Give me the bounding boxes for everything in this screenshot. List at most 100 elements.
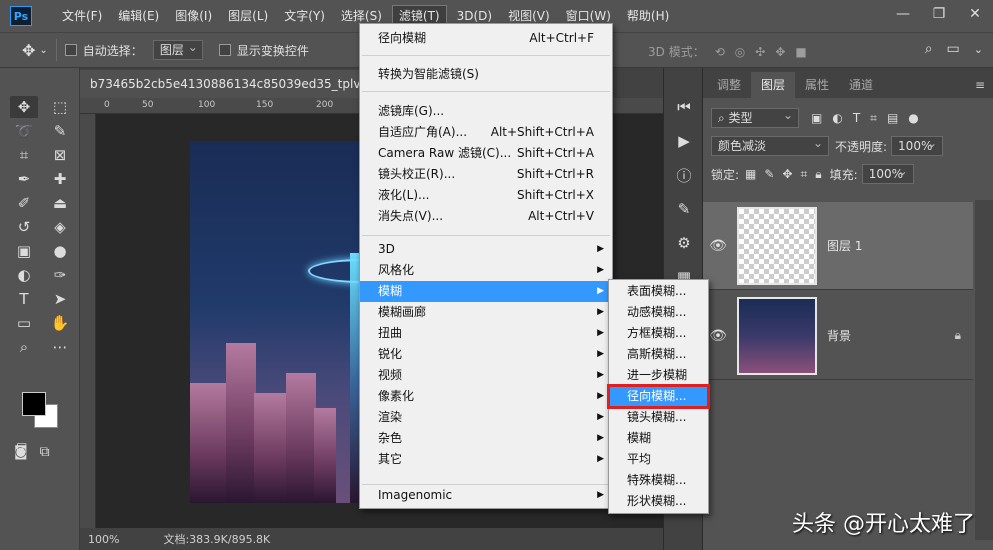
- filter-toggle-icon[interactable]: ●: [908, 111, 918, 126]
- menu-item-filter[interactable]: 自适应广角(A)... Alt+Shift+Ctrl+A: [360, 122, 612, 143]
- marquee-tool-icon[interactable]: ⬚: [46, 96, 74, 118]
- show-transform-checkbox[interactable]: [218, 44, 231, 56]
- eraser-tool-icon[interactable]: ◈: [46, 216, 74, 238]
- chevron-down-icon[interactable]: ⌄: [39, 45, 47, 56]
- menu-item-group[interactable]: 像素化 ▶: [360, 386, 612, 407]
- 3d-scale-icon[interactable]: ■: [795, 45, 806, 59]
- menu-1[interactable]: 编辑(E): [112, 5, 165, 27]
- brush-settings-icon[interactable]: ✎: [664, 192, 704, 226]
- gradient-tool-icon[interactable]: ▣: [10, 240, 38, 262]
- tab-layers[interactable]: 图层: [751, 72, 796, 98]
- brush-tool-icon[interactable]: ✐: [10, 192, 38, 214]
- menu-2[interactable]: 图像(I): [169, 5, 218, 27]
- blur-submenu-item[interactable]: 模糊: [609, 428, 708, 449]
- menu-item-group[interactable]: 模糊 ▶: [360, 281, 612, 302]
- blur-submenu-item[interactable]: 表面模糊...: [609, 281, 708, 302]
- fill-input[interactable]: 100%: [861, 162, 914, 184]
- history-icon[interactable]: ⏮: [664, 90, 704, 124]
- menu-item-filter[interactable]: Camera Raw 滤镜(C)... Shift+Ctrl+A: [360, 143, 612, 164]
- blur-submenu-item[interactable]: 形状模糊...: [609, 491, 708, 512]
- dodge-tool-icon[interactable]: ◐: [10, 264, 38, 286]
- menu-0[interactable]: 文件(F): [56, 5, 108, 27]
- adjust-sliders-icon[interactable]: ⚙: [664, 226, 704, 260]
- quick-select-tool-icon[interactable]: ✎: [46, 120, 74, 142]
- crop-tool-icon[interactable]: ⌗: [10, 144, 38, 166]
- layer-filter-dropdown[interactable]: ⌕ 类型: [711, 106, 799, 128]
- menu-item-group[interactable]: 扭曲 ▶: [360, 323, 612, 344]
- lock-pixels-icon[interactable]: ✎: [764, 167, 774, 182]
- layer-row-layer1[interactable]: 👁︎ 图层 1: [703, 202, 973, 290]
- menu-4[interactable]: 文字(Y): [278, 5, 331, 27]
- info-icon[interactable]: ⓘ: [664, 158, 704, 192]
- panel-menu-icon[interactable]: ≡: [975, 78, 985, 92]
- rectangle-tool-icon[interactable]: ▭: [10, 312, 38, 334]
- menu-item-group[interactable]: 风格化 ▶: [360, 260, 612, 281]
- layer-row-background[interactable]: 👁︎ 背景 🔒︎: [703, 292, 973, 380]
- close-button[interactable]: ✕: [957, 0, 993, 28]
- foreground-color[interactable]: [22, 392, 46, 416]
- menu-item-filter[interactable]: 消失点(V)... Alt+Ctrl+V: [360, 206, 612, 227]
- move-tool-icon[interactable]: ✥: [22, 41, 35, 60]
- path-select-icon[interactable]: ➤: [46, 288, 74, 310]
- lasso-tool-icon[interactable]: ➰: [10, 120, 38, 142]
- 3d-rotate-icon[interactable]: ⟲: [715, 45, 725, 59]
- blur-submenu-item[interactable]: 动感模糊...: [609, 302, 708, 323]
- tab-channels[interactable]: 通道: [839, 72, 883, 98]
- layers-scrollbar[interactable]: [975, 200, 993, 540]
- chevron-down-icon[interactable]: ⌄: [974, 43, 983, 56]
- blur-submenu-item[interactable]: 高斯模糊...: [609, 344, 708, 365]
- minimize-button[interactable]: —: [885, 0, 921, 28]
- lock-transparent-icon[interactable]: ▦: [745, 167, 756, 182]
- workspace-icon[interactable]: ▭: [947, 41, 960, 57]
- maximize-button[interactable]: ❐: [921, 0, 957, 28]
- menu-item-group[interactable]: 渲染 ▶: [360, 407, 612, 428]
- menu-item-group[interactable]: 其它 ▶: [360, 449, 612, 470]
- smart-filter-icon[interactable]: ▤: [887, 111, 898, 126]
- adjustment-filter-icon[interactable]: ◐: [832, 111, 842, 126]
- tab-properties[interactable]: 属性: [795, 72, 839, 98]
- blur-submenu-item[interactable]: 进一步模糊: [609, 365, 708, 386]
- lock-all-icon[interactable]: 🔒︎: [815, 167, 821, 182]
- blur-submenu-item[interactable]: 径向模糊...: [607, 384, 710, 409]
- blur-submenu-item[interactable]: 方框模糊...: [609, 323, 708, 344]
- menu-item-group[interactable]: 杂色 ▶: [360, 428, 612, 449]
- menu-item-last-filter[interactable]: 径向模糊 Alt+Ctrl+F: [360, 28, 612, 49]
- opacity-input[interactable]: 100%: [891, 134, 944, 156]
- menu-item-group[interactable]: 视频 ▶: [360, 365, 612, 386]
- menu-item-filter[interactable]: 镜头校正(R)... Shift+Ctrl+R: [360, 164, 612, 185]
- eyedropper-tool-icon[interactable]: ✒: [10, 168, 38, 190]
- blur-submenu-item[interactable]: 特殊模糊...: [609, 470, 708, 491]
- quick-mask-icon[interactable]: ◙: [14, 444, 28, 460]
- blur-tool-icon[interactable]: ●: [46, 240, 74, 262]
- stamp-tool-icon[interactable]: ⏏: [46, 192, 74, 214]
- screen-mode-icon[interactable]: ⧉: [40, 444, 50, 460]
- zoom-tool-icon[interactable]: ⌕: [10, 336, 38, 358]
- healing-brush-icon[interactable]: ✚: [46, 168, 74, 190]
- menu-item-filter[interactable]: 滤镜库(G)...: [360, 101, 612, 122]
- blur-submenu-item[interactable]: 平均: [609, 449, 708, 470]
- zoom-level[interactable]: 100%: [88, 533, 119, 546]
- document-tab[interactable]: b73465b2cb5e4130886134c85039ed35_tplv-ob…: [80, 70, 370, 98]
- shape-filter-icon[interactable]: ⌗: [870, 111, 877, 126]
- menu-item-filter[interactable]: 液化(L)... Shift+Ctrl+X: [360, 185, 612, 206]
- tab-adjustments[interactable]: 调整: [707, 72, 751, 98]
- menu-item-group[interactable]: 锐化 ▶: [360, 344, 612, 365]
- move-tool-icon[interactable]: ✥: [10, 96, 38, 118]
- blur-submenu-item[interactable]: 镜头模糊...: [609, 407, 708, 428]
- lock-position-icon[interactable]: ✥: [782, 167, 792, 182]
- more-tools-icon[interactable]: ⋯: [46, 336, 74, 358]
- 3d-pan-icon[interactable]: ✣: [755, 45, 765, 59]
- menu-item-group[interactable]: 3D ▶: [360, 239, 612, 260]
- menu-10[interactable]: 帮助(H): [621, 5, 675, 27]
- menu-item-group[interactable]: 模糊画廊 ▶: [360, 302, 612, 323]
- type-tool-icon[interactable]: T: [10, 288, 38, 310]
- menu-3[interactable]: 图层(L): [222, 5, 274, 27]
- history-brush-icon[interactable]: ↺: [10, 216, 38, 238]
- pen-tool-icon[interactable]: ✑: [46, 264, 74, 286]
- frame-tool-icon[interactable]: ⊠: [46, 144, 74, 166]
- blend-mode-dropdown[interactable]: 颜色减淡: [711, 134, 829, 156]
- 3d-slide-icon[interactable]: ✥: [775, 45, 785, 59]
- eye-icon[interactable]: 👁︎: [703, 238, 733, 254]
- menu-item-imagenomic[interactable]: Imagenomic ▶: [360, 485, 612, 506]
- type-filter-icon[interactable]: T: [853, 111, 860, 126]
